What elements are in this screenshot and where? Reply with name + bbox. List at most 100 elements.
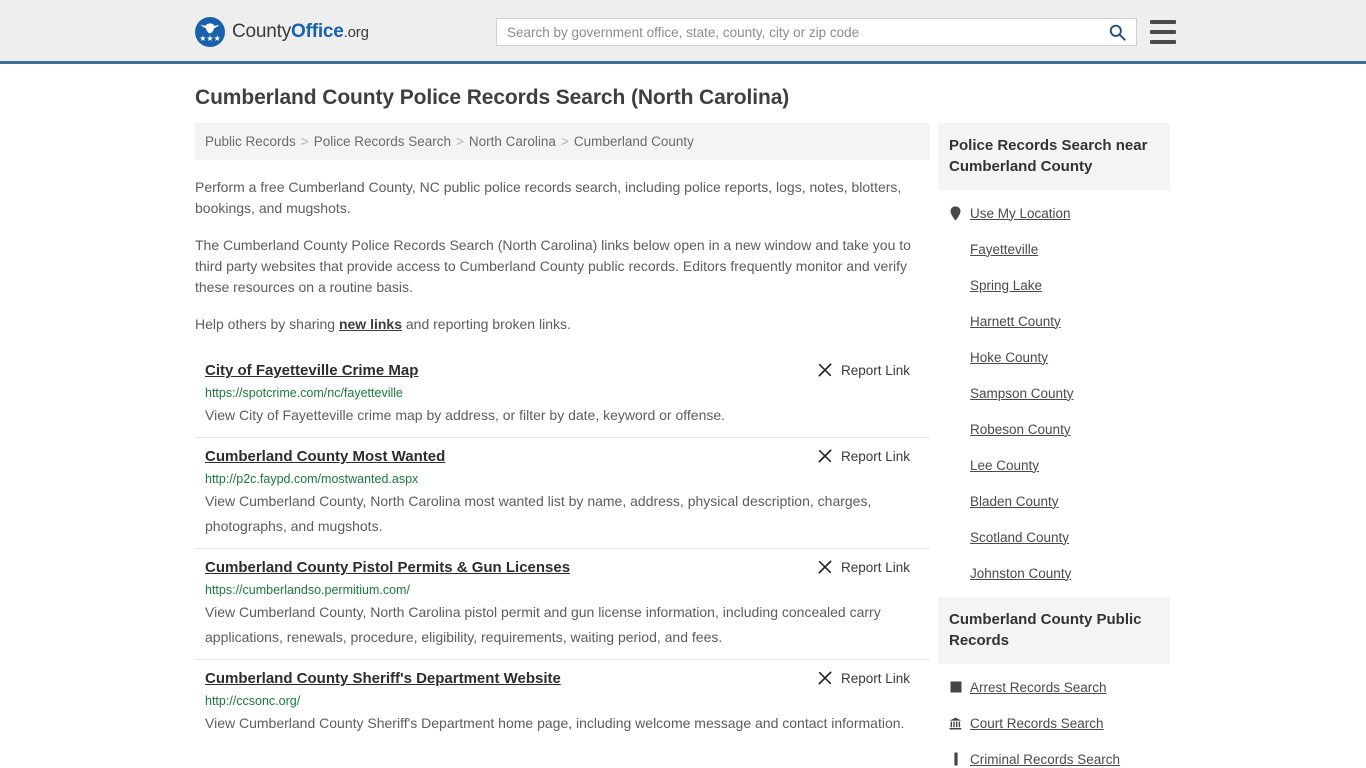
broken-link-icon — [818, 671, 832, 685]
result-url[interactable]: http://p2c.faypd.com/mostwanted.aspx — [205, 471, 930, 487]
intro-p3-after: and reporting broken links. — [402, 316, 571, 332]
sidebar-item-robeson-county[interactable]: Robeson County — [949, 411, 1170, 447]
sidebar-public-records-label[interactable]: Criminal Records Search — [970, 752, 1120, 767]
sidebar-item-arrest-records-search[interactable]: Arrest Records Search — [949, 669, 1170, 705]
result-title-link[interactable]: Cumberland County Sheriff's Department W… — [205, 669, 561, 688]
sidebar-item-bladen-county[interactable]: Bladen County — [949, 483, 1170, 519]
result-header: Cumberland County Most Wanted Report Lin… — [205, 447, 930, 466]
sidebar-nearby-label[interactable]: Bladen County — [970, 494, 1059, 509]
sidebar-public-records-box: Cumberland County Public Records Arrest … — [938, 597, 1170, 768]
breadcrumb-item-public-records[interactable]: Public Records — [205, 134, 296, 149]
result-header: City of Fayetteville Crime Map Report Li… — [205, 361, 930, 380]
report-link-button[interactable]: Report Link — [817, 670, 910, 686]
page-title: Cumberland County Police Records Search … — [195, 86, 790, 109]
breadcrumb-separator: > — [300, 134, 309, 149]
report-link-label: Report Link — [840, 362, 910, 378]
result-description: View Cumberland County, North Carolina m… — [205, 493, 872, 534]
sidebar-nearby-label[interactable]: Johnston County — [970, 566, 1071, 581]
report-link-button[interactable]: Report Link — [817, 362, 910, 378]
result-header: Cumberland County Sheriff's Department W… — [205, 669, 930, 688]
document-icon — [949, 752, 962, 766]
sidebar-nearby-label[interactable]: Scotland County — [970, 530, 1069, 545]
sidebar-nearby-label[interactable]: Harnett County — [970, 314, 1061, 329]
sidebar-nearby-heading: Police Records Search near Cumberland Co… — [938, 123, 1170, 190]
result-url[interactable]: https://cumberlandso.permitium.com/ — [205, 582, 930, 598]
search-icon — [1109, 24, 1126, 41]
sidebar-nearby-box: Police Records Search near Cumberland Co… — [938, 123, 1170, 591]
sidebar-nearby-label[interactable]: Spring Lake — [970, 278, 1042, 293]
main-column: Public Records > Police Records Search > Nor… — [195, 123, 930, 768]
result-description: View City of Fayetteville crime map by a… — [205, 407, 726, 423]
sidebar-item-sampson-county[interactable]: Sampson County — [949, 375, 1170, 411]
hamburger-menu-icon[interactable] — [1150, 20, 1176, 44]
result-title-link[interactable]: Cumberland County Most Wanted — [205, 447, 445, 466]
sidebar-nearby-list: Use My Location Fayetteville Spring Lake… — [938, 190, 1170, 591]
sidebar-item-harnett-county[interactable]: Harnett County — [949, 303, 1170, 339]
report-link-label: Report Link — [840, 448, 910, 464]
sidebar-nearby-label[interactable]: Hoke County — [970, 350, 1048, 365]
result-item: Cumberland County Sheriff's Department W… — [195, 659, 930, 745]
breadcrumb-item-north-carolina[interactable]: North Carolina — [469, 134, 556, 149]
sidebar-nearby-label[interactable]: Fayetteville — [970, 242, 1038, 257]
sidebar-item-criminal-records-search[interactable]: Criminal Records Search — [949, 741, 1170, 768]
breadcrumb: Public Records > Police Records Search > Nor… — [195, 123, 930, 160]
sidebar-public-records-label[interactable]: Court Records Search — [970, 716, 1104, 731]
breadcrumb-separator: > — [456, 134, 464, 149]
search-input[interactable] — [497, 19, 1098, 45]
result-header: Cumberland County Pistol Permits & Gun L… — [205, 558, 930, 577]
results-list: City of Fayetteville Crime Map Report Li… — [195, 355, 930, 745]
result-item: Cumberland County Most Wanted Report Lin… — [195, 437, 930, 548]
sidebar-nearby-label[interactable]: Lee County — [970, 458, 1039, 473]
new-links-link[interactable]: new links — [339, 316, 402, 332]
result-description: View Cumberland County, North Carolina p… — [205, 604, 881, 645]
sidebar-public-records-list: Arrest Records Search Court Records Sear… — [938, 664, 1170, 768]
page-body: Cumberland County Police Records Search … — [0, 64, 1366, 768]
content-columns: Public Records > Police Records Search > Nor… — [0, 123, 1366, 768]
sidebar-item-lee-county[interactable]: Lee County — [949, 447, 1170, 483]
sidebar-item-scotland-county[interactable]: Scotland County — [949, 519, 1170, 555]
eagle-badge-icon: ★★★ — [195, 17, 225, 47]
menu-bar-2 — [1150, 30, 1176, 34]
sidebar-item-johnston-county[interactable]: Johnston County — [949, 555, 1170, 591]
sidebar-item-fayetteville[interactable]: Fayetteville — [949, 231, 1170, 267]
sidebar-nearby-label[interactable]: Robeson County — [970, 422, 1071, 437]
sidebar-public-records-heading: Cumberland County Public Records — [938, 597, 1170, 664]
logo-text: CountyOffice.org — [232, 21, 369, 43]
result-title-link[interactable]: City of Fayetteville Crime Map — [205, 361, 418, 380]
result-url[interactable]: https://spotcrime.com/nc/fayetteville — [205, 385, 930, 401]
sidebar-nearby-label[interactable]: Sampson County — [970, 386, 1074, 401]
courthouse-icon — [949, 717, 962, 730]
sidebar-item-use-my-location[interactable]: Use My Location — [949, 195, 1170, 231]
result-title-link[interactable]: Cumberland County Pistol Permits & Gun L… — [205, 558, 570, 577]
search-box — [496, 18, 1137, 46]
breadcrumb-separator: > — [560, 134, 569, 149]
menu-bar-1 — [1150, 20, 1176, 24]
broken-link-icon — [818, 560, 832, 574]
sidebar-nearby-label[interactable]: Use My Location — [970, 206, 1071, 221]
result-url[interactable]: http://ccsonc.org/ — [205, 693, 930, 709]
result-item: Cumberland County Pistol Permits & Gun L… — [195, 548, 930, 659]
site-logo[interactable]: ★★★ CountyOffice.org — [195, 17, 369, 47]
intro-paragraph-1: Perform a free Cumberland County, NC pub… — [195, 179, 902, 216]
site-header: ★★★ CountyOffice.org — [0, 0, 1366, 64]
sidebar: Police Records Search near Cumberland Co… — [938, 123, 1170, 768]
menu-bar-3 — [1150, 40, 1176, 44]
report-link-label: Report Link — [840, 559, 910, 575]
intro-section: Perform a free Cumberland County, NC pub… — [195, 177, 930, 335]
report-link-label: Report Link — [840, 670, 910, 686]
logo-text-part2: Office — [291, 21, 344, 42]
sidebar-item-court-records-search[interactable]: Court Records Search — [949, 705, 1170, 741]
map-pin-icon — [949, 205, 962, 221]
sidebar-item-spring-lake[interactable]: Spring Lake — [949, 267, 1170, 303]
sidebar-public-records-label[interactable]: Arrest Records Search — [970, 680, 1107, 695]
search-button[interactable] — [1098, 19, 1136, 45]
logo-text-part3: .org — [343, 24, 369, 41]
breadcrumb-item-police-records-search[interactable]: Police Records Search — [314, 134, 451, 149]
result-description: View Cumberland County Sheriff's Departm… — [205, 715, 905, 731]
result-item: City of Fayetteville Crime Map Report Li… — [195, 355, 930, 437]
report-link-button[interactable]: Report Link — [817, 559, 910, 575]
sidebar-item-hoke-county[interactable]: Hoke County — [949, 339, 1170, 375]
id-card-icon — [949, 681, 962, 693]
report-link-button[interactable]: Report Link — [817, 448, 910, 464]
breadcrumb-item-cumberland-county[interactable]: Cumberland County — [574, 134, 694, 149]
